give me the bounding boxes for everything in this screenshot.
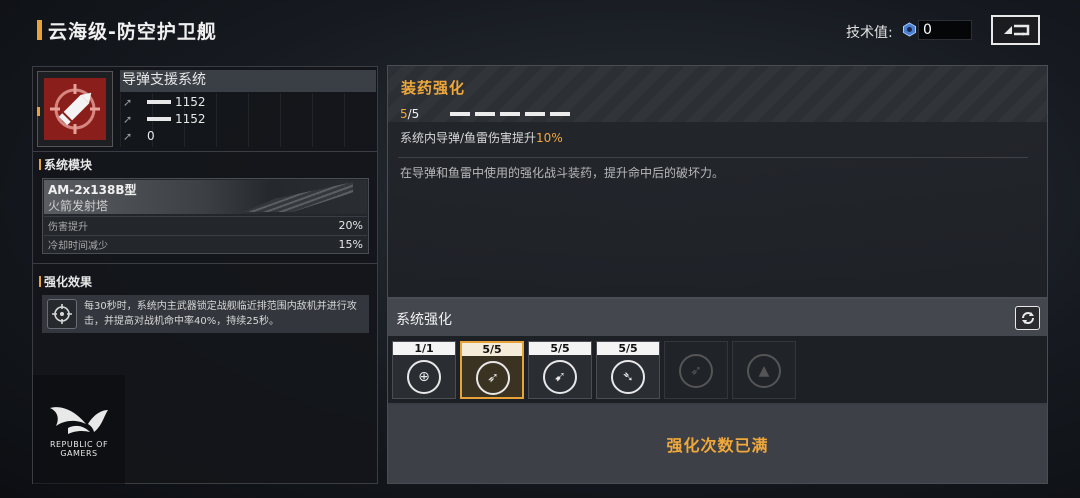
level-pip	[475, 112, 495, 116]
divider	[33, 263, 377, 264]
upgrade-description: 在导弹和鱼雷中使用的强化战斗装药，提升命中后的破坏力。	[400, 166, 725, 180]
upgrade-slot-locked[interactable]: ▲	[732, 341, 796, 399]
system-upgrade-title: 系统强化	[396, 312, 452, 328]
rog-logo: REPUBLIC OF GAMERS	[33, 375, 125, 485]
missile-stat-icon: ➚	[123, 95, 133, 109]
reload-stat-icon: ➚	[123, 129, 133, 143]
slot-count: 1/1	[393, 342, 455, 355]
tech-value-field: 0	[918, 20, 972, 40]
module-section-title: 系统模块	[39, 156, 92, 173]
locked-radar-icon: ▲	[747, 354, 781, 388]
divider	[398, 157, 1028, 158]
effect-prefix: 系统内导弹/鱼雷伤害提升	[400, 131, 537, 145]
page-title: 云海级-防空护卫舰	[48, 21, 217, 43]
module-stat-value: 20%	[338, 219, 363, 232]
effect-section-title: 强化效果	[39, 273, 92, 290]
module-stat-row: 伤害提升 20%	[44, 216, 367, 234]
upgrade-level: 5/5	[400, 107, 419, 121]
torpedo-icon: ➴	[611, 360, 645, 394]
upgrade-slot-locked[interactable]: ➶	[664, 341, 728, 399]
module-name: AM-2x138B型	[48, 183, 137, 197]
upgrade-effect: 系统内导弹/鱼雷伤害提升10%	[400, 129, 563, 146]
slot-count: 5/5	[529, 342, 591, 355]
missile-system-icon	[44, 78, 106, 140]
module-stat-label: 冷却时间减少	[48, 241, 108, 252]
upgrade-detail-panel: 装药强化 5/5 系统内导弹/鱼雷伤害提升10% 在导弹和鱼雷中使用的强化战斗装…	[387, 65, 1048, 298]
divider	[33, 151, 377, 152]
effect-value: 10%	[536, 131, 563, 145]
system-upgrade-header	[388, 299, 1047, 336]
upgrade-slots: 1/1 ⊕ 5/5 ➶ 5/5 ➹ 5/5 ➴ ➶ ▲	[392, 341, 796, 399]
effect-description: 每30秒时，系统内主武器锁定战舰临近排范围内敌机并进行攻击，并提高对战机命中率4…	[84, 301, 357, 327]
twin-missile-icon: ➹	[543, 360, 577, 394]
effect-card: 每30秒时，系统内主武器锁定战舰临近排范围内敌机并进行攻击，并提高对战机命中率4…	[42, 295, 369, 333]
module-stat-label: 伤害提升	[48, 222, 88, 233]
level-pip	[500, 112, 520, 116]
tech-value-label: 技术值:	[846, 25, 893, 41]
level-max: /5	[407, 107, 420, 121]
module-stat-row: 冷却时间减少 15%	[44, 235, 367, 253]
max-upgrade-text: 强化次数已满	[666, 436, 769, 455]
module-card[interactable]: AM-2x138B型 火箭发射塔 伤害提升 20% 冷却时间减少 15%	[42, 178, 369, 254]
stat-bar	[147, 117, 171, 121]
stat-row-reload: ➚ 0	[123, 128, 155, 144]
stat-value: 1152	[175, 112, 206, 126]
stat-row-missile: ➚ 1152	[123, 94, 206, 110]
module-stat-value: 15%	[338, 238, 363, 251]
target-lock-icon: ⊕	[407, 360, 441, 394]
system-name: 导弹支援系统	[120, 70, 376, 92]
slot-count: 5/5	[462, 343, 522, 356]
module-type: 火箭发射塔	[48, 199, 109, 213]
stat-row-torpedo: ➚ 1152	[123, 111, 206, 127]
refresh-icon	[1021, 312, 1034, 324]
upgrade-slot-missile-charge[interactable]: 5/5 ➶	[460, 341, 524, 399]
rog-eye-icon	[50, 407, 108, 434]
level-current: 5	[400, 107, 408, 121]
upgrade-slot-target-lock[interactable]: 1/1 ⊕	[392, 341, 456, 399]
upgrade-footer: 强化次数已满	[388, 405, 1047, 483]
missile-charge-icon: ➶	[476, 361, 510, 395]
level-pip	[525, 112, 545, 116]
selection-marker	[37, 107, 40, 116]
level-pips	[450, 112, 570, 116]
rog-text: REPUBLIC OF GAMERS	[49, 440, 109, 458]
level-pip	[550, 112, 570, 116]
locked-missile-icon: ➶	[679, 354, 713, 388]
system-icon-frame	[37, 71, 113, 147]
target-lock-icon	[47, 299, 77, 329]
tech-token-icon	[902, 22, 917, 37]
refresh-button[interactable]	[1015, 306, 1040, 330]
stat-bar	[147, 100, 171, 104]
torpedo-stat-icon: ➚	[123, 112, 133, 126]
stat-value: 1152	[175, 95, 206, 109]
slot-count: 5/5	[597, 342, 659, 355]
title-accent-bar	[37, 20, 42, 40]
level-pip	[450, 112, 470, 116]
back-button[interactable]	[991, 15, 1040, 45]
upgrade-slot-twin-missile[interactable]: 5/5 ➹	[528, 341, 592, 399]
upgrade-slot-torpedo[interactable]: 5/5 ➴	[596, 341, 660, 399]
system-info-panel: 导弹支援系统 ➚ 1152 ➚ 1152 ➚ 0 系统模块 AM-2x138B型…	[32, 66, 378, 485]
upgrade-title: 装药强化	[401, 79, 466, 97]
back-arrow-icon	[1003, 24, 1029, 36]
stat-value: 0	[147, 129, 155, 143]
system-upgrade-panel: 系统强化 1/1 ⊕ 5/5 ➶ 5/5 ➹ 5/5 ➴ ➶ ▲ 强化次数已满	[387, 298, 1048, 484]
